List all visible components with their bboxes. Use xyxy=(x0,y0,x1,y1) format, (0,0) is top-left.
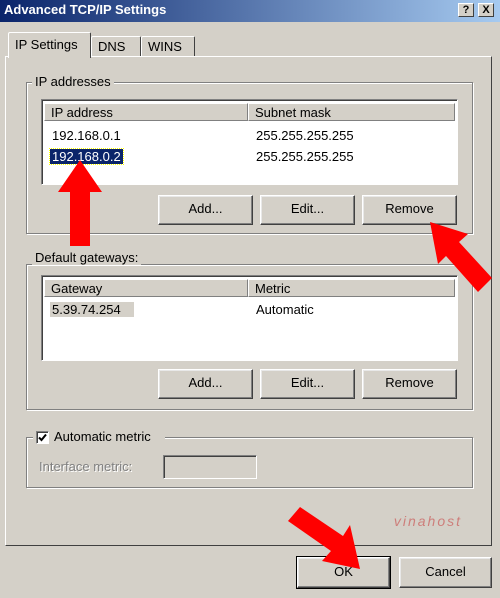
annotation-arrow-up-icon xyxy=(58,160,102,246)
cancel-button[interactable]: Cancel xyxy=(399,557,492,588)
help-button[interactable]: ? xyxy=(458,3,474,17)
annotation-arrow-ok-icon xyxy=(288,507,360,569)
list-item-metric[interactable]: Automatic xyxy=(256,302,314,317)
ip-edit-button[interactable]: Edit... xyxy=(260,195,355,225)
title-bar: Advanced TCP/IP Settings ? X xyxy=(0,0,500,22)
check-icon xyxy=(38,433,47,442)
column-header-metric[interactable]: Metric xyxy=(248,279,455,297)
list-item-mask[interactable]: 255.255.255.255 xyxy=(256,128,354,143)
gateway-remove-button[interactable]: Remove xyxy=(362,369,457,399)
ip-remove-button[interactable]: Remove xyxy=(362,195,457,225)
column-header-ip[interactable]: IP address xyxy=(44,103,248,121)
list-item-ip[interactable]: 192.168.0.1 xyxy=(52,128,121,143)
close-button[interactable]: X xyxy=(478,3,494,17)
watermark-logo: vinahost xyxy=(393,513,462,529)
interface-metric-label: Interface metric: xyxy=(39,459,133,474)
default-gateways-label: Default gateways: xyxy=(32,250,142,265)
automatic-metric-checkbox[interactable] xyxy=(36,431,49,444)
column-header-subnet[interactable]: Subnet mask xyxy=(248,103,455,121)
automatic-metric-label: Automatic metric xyxy=(54,429,151,444)
interface-metric-field xyxy=(163,455,257,479)
gateway-edit-button[interactable]: Edit... xyxy=(260,369,355,399)
list-item-gateway[interactable]: 5.39.74.254 xyxy=(50,302,134,317)
column-header-gateway[interactable]: Gateway xyxy=(44,279,248,297)
ip-addresses-label: IP addresses xyxy=(32,74,114,89)
ip-add-button[interactable]: Add... xyxy=(158,195,253,225)
list-item-mask[interactable]: 255.255.255.255 xyxy=(256,149,354,164)
annotation-arrow-remove-icon xyxy=(430,222,492,292)
tab-wins[interactable]: WINS xyxy=(141,36,195,56)
window-title: Advanced TCP/IP Settings xyxy=(4,2,167,17)
automatic-metric-row[interactable]: Automatic metric xyxy=(33,429,165,445)
gateway-add-button[interactable]: Add... xyxy=(158,369,253,399)
tab-ip-settings[interactable]: IP Settings xyxy=(8,32,91,58)
tab-dns[interactable]: DNS xyxy=(91,36,141,56)
